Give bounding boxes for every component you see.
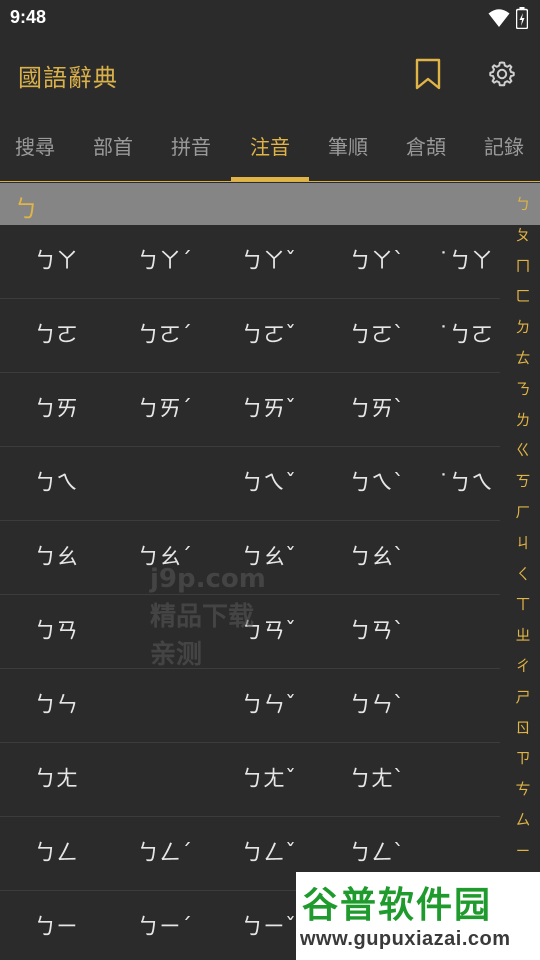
syllable-cell[interactable]: ㄅㄤˋ (349, 743, 404, 817)
syllable-cell[interactable]: ˙ㄅㄛ (438, 299, 493, 373)
tab-search[interactable]: 搜尋 (0, 114, 74, 182)
syllable-cell[interactable]: ˙ㄅㄟ (438, 447, 493, 521)
syllable-cell[interactable]: ㄅㄚˋ (349, 225, 404, 299)
logo-text: 谷普软件园 (302, 885, 493, 926)
index-item[interactable]: ㄌ (506, 409, 540, 430)
syllable-cell[interactable]: ㄅㄚ (34, 225, 78, 299)
syllable-cell[interactable]: ㄅㄥ (34, 817, 78, 891)
gear-icon[interactable] (488, 60, 516, 88)
index-item[interactable]: ㄖ (506, 717, 540, 738)
syllable-cell[interactable]: ㄅㄧˇ (241, 891, 296, 960)
syllable-row: ㄅㄤ ㄅㄤˇ ㄅㄤˋ (0, 743, 500, 817)
index-item[interactable]: ㄒ (506, 593, 540, 614)
syllable-cell[interactable]: ㄅㄣ (34, 669, 78, 743)
index-item[interactable]: ㄍ (506, 439, 540, 460)
index-item[interactable]: ㄧ (506, 840, 540, 861)
section-header: ㄅ (0, 183, 540, 225)
tab-bar: 搜尋 部首 拼音 注音 筆順 倉頡 記錄 (0, 114, 540, 182)
syllable-cell[interactable]: ㄅㄧ (34, 891, 78, 960)
site-logo: 谷普软件园 www.gupuxiazai.com (296, 872, 540, 960)
status-icons (488, 7, 528, 29)
tab-radical[interactable]: 部首 (74, 114, 152, 182)
syllable-cell[interactable]: ㄅㄟˇ (241, 447, 296, 521)
syllable-cell[interactable]: ㄅㄣˇ (241, 669, 296, 743)
index-item[interactable]: ㄐ (506, 532, 540, 553)
syllable-cell[interactable]: ㄅㄛˇ (241, 299, 296, 373)
syllable-cell[interactable]: ㄅㄟˋ (349, 447, 404, 521)
logo-url: www.gupuxiazai.com (300, 928, 511, 950)
status-time: 9:48 (10, 7, 47, 27)
app-bar: 國語辭典 (0, 36, 540, 114)
status-bar: 9:48 (0, 0, 540, 36)
syllable-cell[interactable]: ㄅㄧˊ (137, 891, 192, 960)
tab-pinyin[interactable]: 拼音 (152, 114, 230, 182)
syllable-cell[interactable]: ㄅㄠ (34, 521, 78, 595)
index-item[interactable]: ㄊ (506, 347, 540, 368)
syllable-row: ㄅㄟ ㄅㄟˇ ㄅㄟˋ ˙ㄅㄟ (0, 447, 500, 521)
syllable-cell[interactable]: ㄅㄞˇ (241, 373, 296, 447)
syllable-cell[interactable]: ㄅㄚˇ (241, 225, 296, 299)
index-item[interactable]: ㄗ (506, 747, 540, 768)
syllable-cell[interactable]: ㄅㄢˋ (349, 595, 404, 669)
syllable-cell[interactable]: ㄅㄛ (34, 299, 78, 373)
syllable-cell[interactable]: ㄅㄚˊ (137, 225, 192, 299)
watermark-line: 亲测 (150, 640, 203, 670)
syllable-cell[interactable]: ㄅㄛˊ (137, 299, 192, 373)
watermark: j9p.com 精品下载 亲测 (150, 560, 266, 674)
syllable-cell[interactable]: ㄅㄤˇ (241, 743, 296, 817)
syllable-cell[interactable]: ㄅㄛˋ (349, 299, 404, 373)
section-header-label: ㄅ (14, 195, 38, 223)
syllable-cell[interactable]: ㄅㄤ (34, 743, 78, 817)
index-item[interactable]: ㄋ (506, 378, 540, 399)
tab-stroke-order[interactable]: 筆順 (309, 114, 387, 182)
syllable-cell[interactable]: ㄅㄥˊ (137, 817, 192, 891)
syllable-cell[interactable]: ㄅㄞˋ (349, 373, 404, 447)
index-item[interactable]: ㄈ (506, 285, 540, 306)
index-item[interactable]: ㄇ (506, 255, 540, 276)
syllable-cell[interactable]: ˙ㄅㄚ (438, 225, 493, 299)
syllable-cell[interactable]: ㄅㄥˇ (241, 817, 296, 891)
bookmark-icon[interactable] (414, 58, 442, 90)
syllable-row: ㄅㄞ ㄅㄞˊ ㄅㄞˇ ㄅㄞˋ (0, 373, 500, 447)
index-item[interactable]: ㄕ (506, 686, 540, 707)
zhuyin-index-bar: ㄅㄆㄇㄈㄉㄊㄋㄌㄍㄎㄏㄐㄑㄒㄓㄔㄕㄖㄗㄘㄙㄧㄨ (506, 193, 540, 960)
active-tab-indicator (231, 177, 309, 181)
syllable-row: ㄅㄛ ㄅㄛˊ ㄅㄛˇ ㄅㄛˋ ˙ㄅㄛ (0, 299, 500, 373)
index-item[interactable]: ㄘ (506, 778, 540, 799)
app-title: 國語辭典 (18, 64, 118, 92)
index-item[interactable]: ㄑ (506, 563, 540, 584)
watermark-line: j9p.com (150, 564, 266, 594)
index-item[interactable]: ㄅ (506, 193, 540, 214)
index-item[interactable]: ㄆ (506, 224, 540, 245)
index-item[interactable]: ㄔ (506, 655, 540, 676)
index-item[interactable]: ㄉ (506, 316, 540, 337)
tab-cangjie[interactable]: 倉頡 (387, 114, 465, 182)
battery-icon (516, 7, 528, 29)
tab-zhuyin[interactable]: 注音 (231, 114, 309, 182)
wifi-icon (488, 9, 510, 27)
syllable-cell[interactable]: ㄅㄞ (34, 373, 78, 447)
syllable-cell[interactable]: ㄅㄠˋ (349, 521, 404, 595)
index-item[interactable]: ㄙ (506, 809, 540, 830)
syllable-cell[interactable]: ㄅㄢ (34, 595, 78, 669)
syllable-cell[interactable]: ㄅㄣˋ (349, 669, 404, 743)
index-item[interactable]: ㄓ (506, 624, 540, 645)
syllable-cell[interactable]: ㄅㄟ (34, 447, 78, 521)
watermark-line: 精品下载 (150, 602, 255, 632)
syllable-row: ㄅㄚ ㄅㄚˊ ㄅㄚˇ ㄅㄚˋ ˙ㄅㄚ (0, 225, 500, 299)
syllable-row: ㄅㄣ ㄅㄣˇ ㄅㄣˋ (0, 669, 500, 743)
tab-history[interactable]: 記錄 (465, 114, 540, 182)
index-item[interactable]: ㄏ (506, 501, 540, 522)
syllable-cell[interactable]: ㄅㄞˊ (137, 373, 192, 447)
index-item[interactable]: ㄎ (506, 470, 540, 491)
